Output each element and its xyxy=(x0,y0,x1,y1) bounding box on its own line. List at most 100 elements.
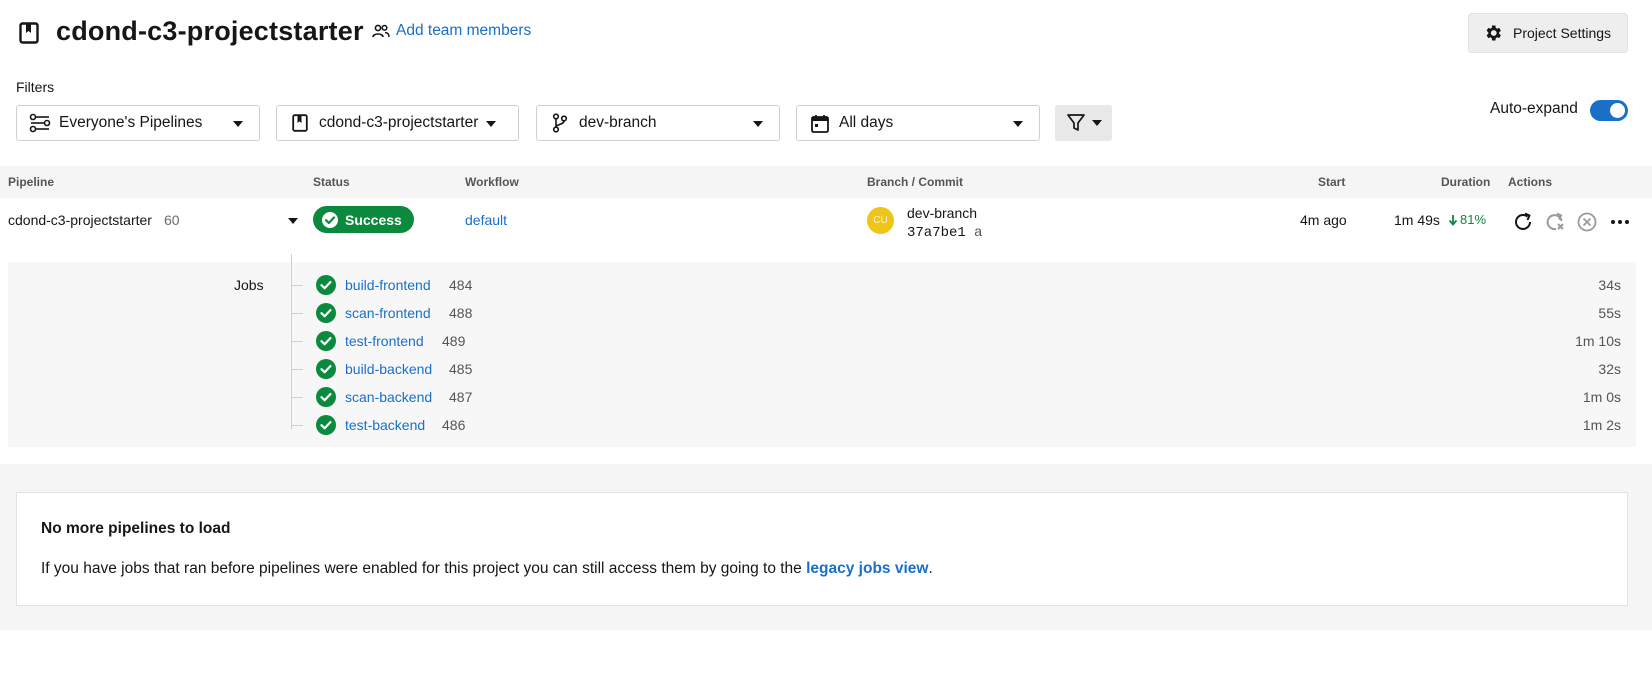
job-number: 489 xyxy=(442,333,466,349)
header-status: Status xyxy=(313,175,350,189)
toggle-knob xyxy=(1610,103,1625,118)
pipelines-filter-dropdown[interactable]: Everyone's Pipelines xyxy=(16,105,260,141)
tree-branch xyxy=(291,285,303,286)
project-icon xyxy=(19,22,39,44)
job-link[interactable]: scan-frontend xyxy=(345,305,431,321)
commit-hash: 37a7be1 xyxy=(907,225,966,241)
pipeline-name: cdond-c3-projectstarter xyxy=(8,212,152,228)
gear-icon xyxy=(1486,25,1501,41)
more-filters-button[interactable] xyxy=(1055,105,1112,141)
branch-icon xyxy=(549,112,571,134)
job-row: build-backend 485 32s xyxy=(291,356,1621,382)
jobs-label: Jobs xyxy=(234,277,264,293)
no-more-pipelines-card: No more pipelines to load If you have jo… xyxy=(16,492,1628,606)
tree-branch xyxy=(291,397,303,398)
expand-chevron-icon[interactable] xyxy=(288,218,298,224)
page-header: cdond-c3-projectstarter Add team members… xyxy=(0,0,1652,70)
add-team-members-label: Add team members xyxy=(396,22,532,39)
tree-branch xyxy=(291,313,303,314)
job-number: 486 xyxy=(442,417,466,433)
job-link[interactable]: test-backend xyxy=(345,417,425,433)
project-settings-label: Project Settings xyxy=(1513,25,1612,41)
funnel-icon xyxy=(1066,114,1085,131)
calendar-icon xyxy=(809,112,831,134)
job-number: 484 xyxy=(449,277,473,293)
job-link[interactable]: scan-backend xyxy=(345,389,432,405)
more-actions-icon[interactable] xyxy=(1609,211,1631,233)
success-check-icon xyxy=(316,415,336,435)
job-number: 487 xyxy=(449,389,473,405)
chevron-down-icon xyxy=(1091,120,1102,126)
avatar: CU xyxy=(867,207,894,234)
pipelines-icon xyxy=(29,112,51,134)
header-pipeline: Pipeline xyxy=(8,175,55,189)
job-link[interactable]: build-frontend xyxy=(345,277,431,293)
pipelines-filter-value: Everyone's Pipelines xyxy=(59,114,203,131)
pipeline-row: cdond-c3-projectstarter 60 Success defau… xyxy=(0,198,1652,262)
job-link[interactable]: build-backend xyxy=(345,361,432,377)
commit-info[interactable]: 37a7be1 a xyxy=(907,223,982,241)
add-team-members-link[interactable]: Add team members xyxy=(372,22,531,40)
success-check-icon xyxy=(316,359,336,379)
people-icon xyxy=(372,24,390,38)
job-duration: 32s xyxy=(1598,361,1621,377)
duration-delta-value: 81% xyxy=(1460,212,1487,227)
header-start: Start xyxy=(1318,175,1346,189)
job-duration: 1m 0s xyxy=(1582,389,1621,405)
duration-delta: 81% xyxy=(1448,212,1486,227)
header-workflow: Workflow xyxy=(465,175,519,189)
page-title: cdond-c3-projectstarter xyxy=(56,16,364,46)
status-badge: Success xyxy=(313,206,414,233)
no-more-pipelines-title: No more pipelines to load xyxy=(41,520,231,537)
chevron-down-icon xyxy=(753,121,763,127)
auto-expand-toggle[interactable] xyxy=(1590,100,1628,121)
success-check-icon xyxy=(316,275,336,295)
branch-filter-value: dev-branch xyxy=(579,114,657,131)
success-check-icon xyxy=(316,331,336,351)
job-duration: 55s xyxy=(1598,305,1621,321)
rerun-icon[interactable] xyxy=(1512,211,1534,233)
commit-message: a xyxy=(974,223,983,239)
auto-expand-label: Auto-expand xyxy=(1490,100,1578,117)
status-label: Success xyxy=(345,211,402,228)
pipeline-number: 60 xyxy=(164,212,180,228)
chevron-down-icon xyxy=(1013,121,1023,127)
filters-label: Filters xyxy=(16,79,55,95)
tree-branch xyxy=(291,425,303,426)
legacy-jobs-link[interactable]: legacy jobs view xyxy=(806,560,928,577)
job-row: scan-backend 487 1m 0s xyxy=(291,384,1621,410)
job-number: 488 xyxy=(449,305,473,321)
days-filter-dropdown[interactable]: All days xyxy=(796,105,1040,141)
job-row: test-frontend 489 1m 10s xyxy=(291,328,1621,354)
job-number: 485 xyxy=(449,361,473,377)
workflow-link[interactable]: default xyxy=(465,212,507,228)
cancel-icon[interactable] xyxy=(1576,211,1598,233)
job-link[interactable]: test-frontend xyxy=(345,333,424,349)
success-check-icon xyxy=(316,303,336,323)
legacy-jobs-message: If you have jobs that ran before pipelin… xyxy=(41,560,933,578)
tree-branch xyxy=(291,369,303,370)
jobs-panel: Jobs build-frontend 484 34s scan-fronten… xyxy=(8,254,1636,447)
legacy-jobs-text: If you have jobs that ran before pipelin… xyxy=(41,560,807,577)
project-filter-value: cdond-c3-projectstarter xyxy=(319,114,479,131)
success-check-icon xyxy=(316,387,336,407)
days-filter-value: All days xyxy=(839,114,894,131)
legacy-jobs-text-end: . xyxy=(928,560,933,577)
project-icon xyxy=(289,112,311,134)
header-actions: Actions xyxy=(1508,175,1553,189)
project-settings-button[interactable]: Project Settings xyxy=(1468,13,1628,53)
check-circle-icon xyxy=(322,211,338,228)
job-row: scan-frontend 488 55s xyxy=(291,300,1621,326)
rerun-failed-icon[interactable] xyxy=(1544,211,1566,233)
arrow-down-icon xyxy=(1448,214,1458,226)
chevron-down-icon xyxy=(486,121,496,127)
duration: 1m 49s xyxy=(1394,212,1440,228)
project-filter-dropdown[interactable]: cdond-c3-projectstarter xyxy=(276,105,519,141)
job-duration: 1m 2s xyxy=(1582,417,1621,433)
chevron-down-icon xyxy=(233,121,243,127)
branch-filter-dropdown[interactable]: dev-branch xyxy=(536,105,780,141)
pipelines-table-header: Pipeline Status Workflow Branch / Commit… xyxy=(0,166,1652,198)
branch-name[interactable]: dev-branch xyxy=(907,205,977,221)
job-duration: 34s xyxy=(1598,277,1621,293)
job-duration: 1m 10s xyxy=(1575,333,1621,349)
